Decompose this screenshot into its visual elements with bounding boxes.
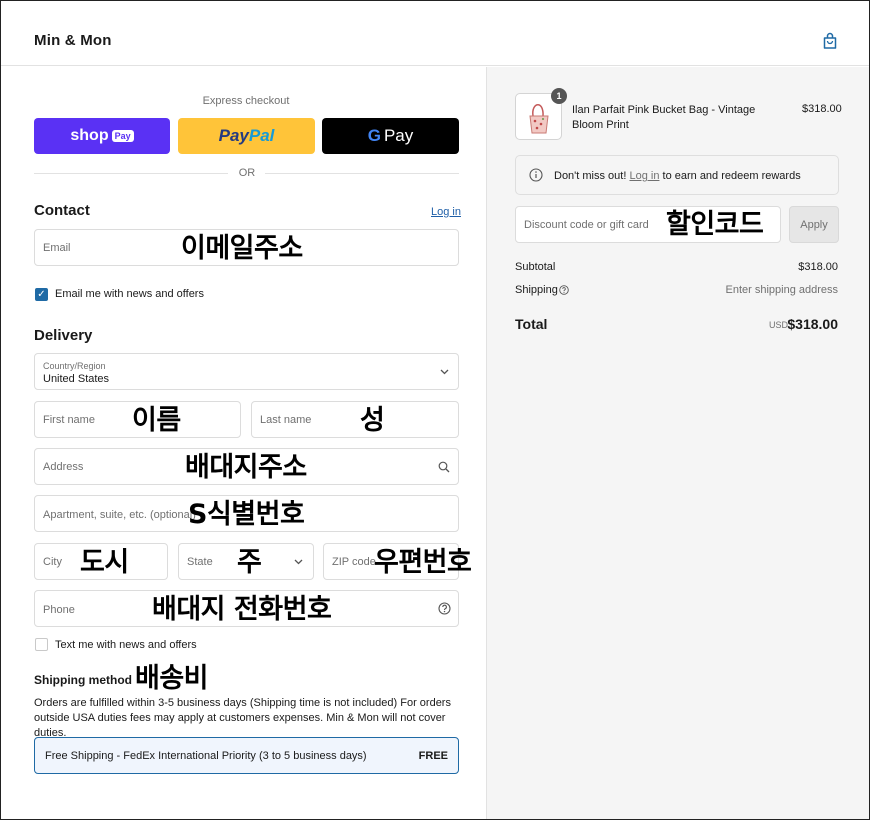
total-value: $318.00 bbox=[787, 316, 838, 332]
total-label: Total bbox=[515, 316, 548, 332]
google-pay-button[interactable]: G Pay bbox=[322, 118, 459, 154]
order-summary-panel: 1 Ilan Parfait Pink Bucket Bag - Vintage… bbox=[486, 67, 869, 819]
city-annotation: 도시 bbox=[80, 547, 129, 578]
total-currency: USD bbox=[769, 320, 789, 330]
subtotal-label: Subtotal bbox=[515, 261, 556, 273]
address-annotation: 배대지주소 bbox=[185, 452, 307, 483]
phone-field[interactable]: Phone 배대지 전화번호 bbox=[34, 590, 459, 627]
rewards-text: Don't miss out! Log in to earn and redee… bbox=[554, 170, 801, 182]
rewards-prefix: Don't miss out! bbox=[554, 170, 627, 182]
help-circle-icon[interactable] bbox=[438, 602, 451, 615]
country-value: United States bbox=[43, 373, 110, 385]
country-label: Country/Region bbox=[43, 361, 106, 371]
zip-code-annotation: 우편번호 bbox=[374, 547, 472, 578]
or-divider-right bbox=[265, 173, 459, 174]
express-checkout-label: Express checkout bbox=[202, 95, 290, 107]
shipping-option-fedex[interactable]: Free Shipping - FedEx International Prio… bbox=[34, 737, 459, 774]
subtotal-value: $318.00 bbox=[798, 261, 838, 273]
google-g-icon: G bbox=[367, 126, 381, 145]
or-divider-left bbox=[34, 173, 228, 174]
sms-label: Text me with news and offers bbox=[55, 639, 197, 651]
zip-code-placeholder: ZIP code bbox=[332, 556, 376, 568]
first-name-annotation: 이름 bbox=[132, 405, 181, 436]
shipping-label: Shipping bbox=[515, 284, 558, 296]
discount-code-placeholder: Discount code or gift card bbox=[524, 219, 649, 231]
last-name-annotation: 성 bbox=[360, 405, 385, 436]
store-header: Min & Mon bbox=[1, 1, 869, 66]
first-name-placeholder: First name bbox=[43, 414, 95, 426]
first-name-field[interactable]: First name 이름 bbox=[34, 401, 241, 438]
zip-code-field[interactable]: ZIP code 우편번호 bbox=[323, 543, 472, 580]
discount-code-field[interactable]: Discount code or gift card 할인코드 bbox=[515, 206, 781, 243]
info-icon bbox=[529, 168, 543, 182]
apartment-placeholder: Apartment, suite, etc. (optional) bbox=[43, 509, 196, 521]
apartment-annotation: S식별번호 bbox=[188, 499, 305, 530]
shop-pay-logo-text: shop bbox=[70, 127, 109, 144]
state-placeholder: State bbox=[187, 556, 213, 568]
shop-pay-pill: Pay bbox=[111, 130, 134, 142]
shopping-bag-icon[interactable] bbox=[822, 32, 838, 50]
shop-pay-button[interactable]: shop Pay bbox=[34, 118, 170, 154]
rewards-login-link[interactable]: Log in bbox=[629, 170, 659, 182]
chevron-down-icon bbox=[440, 369, 449, 375]
product-price: $318.00 bbox=[802, 103, 842, 115]
address-placeholder: Address bbox=[43, 461, 84, 473]
newsletter-checkbox[interactable]: ✓ bbox=[35, 288, 48, 301]
state-annotation: 주 bbox=[237, 547, 262, 578]
shipping-notice: Orders are fulfilled within 3-5 business… bbox=[34, 697, 451, 739]
google-pay-text: Pay bbox=[383, 126, 414, 145]
contact-heading: Contact bbox=[34, 202, 90, 219]
phone-placeholder: Phone bbox=[43, 604, 75, 616]
rewards-banner: Don't miss out! Log in to earn and redee… bbox=[515, 155, 839, 195]
search-icon bbox=[438, 461, 450, 473]
checkout-form-panel: Express checkout shop Pay Pay Pal G Pay OR… bbox=[1, 67, 486, 819]
state-select[interactable]: State 주 bbox=[178, 543, 314, 580]
city-field[interactable]: City 도시 bbox=[34, 543, 168, 580]
discount-code-annotation: 할인코드 bbox=[666, 209, 764, 240]
city-placeholder: City bbox=[43, 556, 62, 568]
shipping-method-annotation: 배송비 bbox=[135, 663, 209, 694]
or-divider-text: OR bbox=[238, 167, 256, 179]
contact-login-link[interactable]: Log in bbox=[431, 206, 461, 218]
product-name: Ilan Parfait Pink Bucket Bag - Vintage B… bbox=[572, 104, 756, 131]
shipping-option-price: FREE bbox=[418, 750, 448, 762]
shipping-value: Enter shipping address bbox=[725, 284, 838, 296]
sms-checkbox[interactable] bbox=[35, 638, 48, 651]
paypal-button[interactable]: Pay Pal bbox=[178, 118, 315, 154]
help-circle-icon[interactable] bbox=[559, 285, 569, 295]
country-select[interactable]: Country/Region United States bbox=[34, 353, 459, 390]
phone-annotation: 배대지 전화번호 bbox=[152, 594, 332, 625]
store-brand[interactable]: Min & Mon bbox=[34, 32, 112, 49]
newsletter-label: Email me with news and offers bbox=[55, 288, 204, 300]
chevron-down-icon bbox=[294, 559, 303, 565]
apply-discount-button[interactable]: Apply bbox=[789, 206, 839, 243]
quantity-badge: 1 bbox=[551, 88, 567, 104]
shipping-option-label: Free Shipping - FedEx International Prio… bbox=[45, 750, 367, 762]
paypal-pay-text: Pay bbox=[218, 126, 249, 145]
email-placeholder: Email bbox=[43, 242, 71, 254]
last-name-placeholder: Last name bbox=[260, 414, 312, 426]
shipping-method-heading: Shipping method bbox=[34, 673, 132, 687]
last-name-field[interactable]: Last name 성 bbox=[251, 401, 459, 438]
rewards-suffix: to earn and redeem rewards bbox=[662, 170, 801, 182]
delivery-heading: Delivery bbox=[34, 327, 93, 344]
email-annotation: 이메일주소 bbox=[181, 233, 303, 264]
paypal-pal-text: Pal bbox=[248, 126, 275, 145]
apartment-field[interactable]: Apartment, suite, etc. (optional) S식별번호 bbox=[34, 495, 459, 532]
email-field[interactable]: Email 이메일주소 bbox=[34, 229, 459, 266]
address-field[interactable]: Address 배대지주소 bbox=[34, 448, 459, 485]
